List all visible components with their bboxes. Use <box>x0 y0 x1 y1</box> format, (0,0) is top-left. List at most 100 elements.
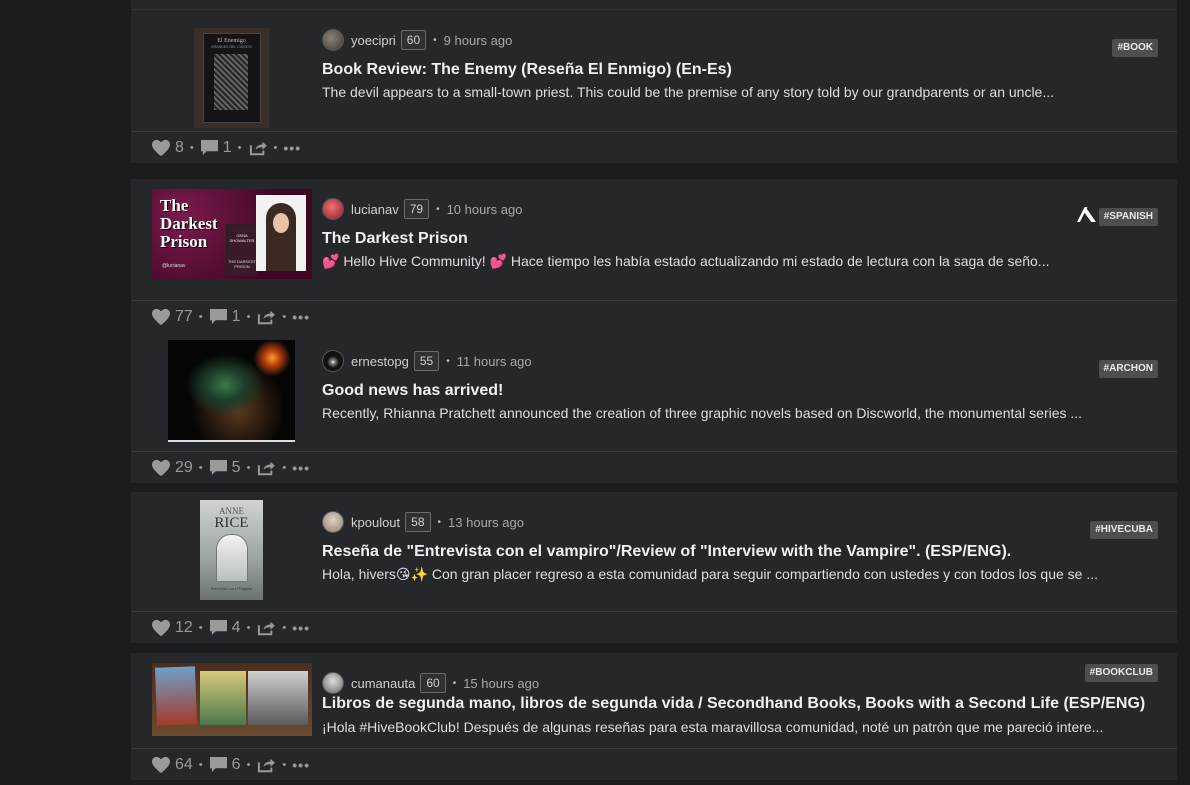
post-time[interactable]: 10 hours ago <box>447 202 523 217</box>
comment-icon[interactable] <box>209 459 228 476</box>
photo-image <box>256 195 306 271</box>
comment-count[interactable]: 5 <box>232 459 241 477</box>
comment-count[interactable]: 4 <box>232 619 241 637</box>
post-summary[interactable]: 💕 Hello Hive Community! 💕 Hace tiempo le… <box>322 253 1172 270</box>
cover-subtitle: GRANDES DEL CUENTO <box>211 45 252 49</box>
share-icon[interactable] <box>256 309 276 325</box>
post-summary[interactable]: Hola, hivers😘✨ Con gran placer regreso a… <box>322 566 1172 583</box>
post-thumbnail[interactable]: The Darkest Prison @lucianav GENA SHOWAL… <box>152 189 312 279</box>
community-tag[interactable]: #HIVECUBA <box>1090 521 1158 539</box>
comment-count[interactable]: 1 <box>232 308 241 326</box>
heart-icon[interactable] <box>151 139 171 157</box>
heart-icon[interactable] <box>151 619 171 637</box>
post-card: ernestopg 55 • 11 hours ago #ARCHON Good… <box>131 331 1177 483</box>
post-title[interactable]: Book Review: The Enemy (Reseña El Enmigo… <box>322 61 732 79</box>
post-title[interactable]: Good news has arrived! <box>322 382 503 400</box>
post-thumbnail[interactable] <box>152 663 312 736</box>
avatar[interactable] <box>322 672 344 694</box>
post-actions: 12 • 4 • • ••• <box>131 612 1177 643</box>
share-icon[interactable] <box>256 460 276 476</box>
community-tag[interactable]: #ARCHON <box>1098 360 1158 378</box>
book-cover-image: GENA SHOWALTER THE DARKEST PRISON <box>226 224 258 276</box>
vote-count[interactable]: 29 <box>175 459 193 477</box>
post-actions: 64 • 6 • • ••• <box>131 749 1177 780</box>
post-summary[interactable]: Recently, Rhianna Pratchett announced th… <box>322 405 1172 421</box>
post-time[interactable]: 11 hours ago <box>457 354 532 369</box>
thumb-handle: @lucianav <box>162 263 186 269</box>
reputation-badge: 60 <box>400 30 427 50</box>
reputation-badge: 58 <box>405 512 431 532</box>
ellipsis-icon[interactable]: ••• <box>292 309 310 325</box>
previous-card-bottom <box>131 0 1177 10</box>
ellipsis-icon[interactable]: ••• <box>292 757 310 773</box>
share-icon[interactable] <box>256 620 276 636</box>
thumb-text-line3: Prison <box>160 232 208 251</box>
post-time[interactable]: 15 hours ago <box>463 676 539 691</box>
community-logo-icon[interactable] <box>1076 206 1097 223</box>
ellipsis-icon[interactable]: ••• <box>283 140 301 156</box>
avatar[interactable] <box>322 198 344 220</box>
post-meta: lucianav 79 • 10 hours ago <box>322 198 522 220</box>
post-summary[interactable]: The devil appears to a small-town priest… <box>322 84 1172 100</box>
reputation-badge: 55 <box>413 351 440 371</box>
post-time[interactable]: 9 hours ago <box>444 33 513 48</box>
vote-count[interactable]: 77 <box>175 308 193 326</box>
post-thumbnail[interactable]: El Enemigo GRANDES DEL CUENTO <box>194 28 269 128</box>
post-title[interactable]: Reseña de "Entrevista con el vampiro"/Re… <box>322 543 1011 561</box>
comment-count[interactable]: 6 <box>232 756 241 774</box>
cover-title: El Enemigo <box>217 38 246 44</box>
cover-title: Entrevista con el Vampiro <box>210 586 253 591</box>
comment-icon[interactable] <box>209 619 228 636</box>
cover-title: THE DARKEST PRISON <box>227 259 256 269</box>
author-name[interactable]: yoecipri <box>351 33 396 48</box>
cover-author: GENA SHOWALTER <box>229 233 255 243</box>
comment-count[interactable]: 1 <box>223 139 232 157</box>
post-thumbnail[interactable] <box>168 340 295 442</box>
author-name[interactable]: ernestopg <box>351 354 409 369</box>
post-summary[interactable]: ¡Hola #HiveBookClub! Después de algunas … <box>322 719 1172 735</box>
comment-icon[interactable] <box>200 139 219 156</box>
post-actions: 29 • 5 • • ••• <box>131 452 1177 483</box>
vote-count[interactable]: 64 <box>175 756 193 774</box>
post-meta: cumanauta 60 • 15 hours ago <box>322 672 539 694</box>
post-meta: kpoulout 58 • 13 hours ago <box>322 511 524 533</box>
heart-icon[interactable] <box>151 308 171 326</box>
reputation-badge: 79 <box>403 199 430 219</box>
post-card: El Enemigo GRANDES DEL CUENTO yoecipri 6… <box>131 10 1177 163</box>
post-time[interactable]: 13 hours ago <box>448 515 524 530</box>
reputation-badge: 60 <box>420 673 446 693</box>
post-title[interactable]: The Darkest Prison <box>322 230 468 248</box>
post-meta: ernestopg 55 • 11 hours ago <box>322 350 532 372</box>
thumb-text-line1: The <box>160 196 189 215</box>
post-card: ANNE RICE Entrevista con el Vampiro kpou… <box>131 492 1177 643</box>
author-name[interactable]: kpoulout <box>351 515 400 530</box>
vote-count[interactable]: 12 <box>175 619 193 637</box>
comment-icon[interactable] <box>209 756 228 773</box>
share-icon[interactable] <box>256 757 276 773</box>
share-icon[interactable] <box>248 140 268 156</box>
post-thumbnail[interactable]: ANNE RICE Entrevista con el Vampiro <box>200 500 263 600</box>
author-name[interactable]: lucianav <box>351 202 399 217</box>
post-meta: yoecipri 60 • 9 hours ago <box>322 29 512 51</box>
community-tag[interactable]: #BOOK <box>1112 39 1158 57</box>
avatar[interactable] <box>322 511 344 533</box>
avatar[interactable] <box>322 350 344 372</box>
post-title[interactable]: Libros de segunda mano, libros de segund… <box>322 695 1145 713</box>
post-actions: 8 • 1 • • ••• <box>131 132 1177 163</box>
ellipsis-icon[interactable]: ••• <box>292 620 310 636</box>
ellipsis-icon[interactable]: ••• <box>292 460 310 476</box>
author-name[interactable]: cumanauta <box>351 676 415 691</box>
comment-icon[interactable] <box>209 308 228 325</box>
avatar[interactable] <box>322 29 344 51</box>
post-card: The Darkest Prison @lucianav GENA SHOWAL… <box>131 179 1177 332</box>
heart-icon[interactable] <box>151 459 171 477</box>
post-card: cumanauta 60 • 15 hours ago #BOOKCLUB Li… <box>131 653 1177 780</box>
book-cover-image: El Enemigo GRANDES DEL CUENTO <box>202 33 261 123</box>
heart-icon[interactable] <box>151 756 171 774</box>
cover-author-last: RICE <box>214 515 249 531</box>
post-actions: 77 • 1 • • ••• <box>131 301 1177 332</box>
community-tag[interactable]: #SPANISH <box>1098 208 1158 226</box>
community-tag[interactable]: #BOOKCLUB <box>1084 664 1158 682</box>
thumb-text-line2: Darkest <box>160 214 218 233</box>
vote-count[interactable]: 8 <box>175 139 184 157</box>
